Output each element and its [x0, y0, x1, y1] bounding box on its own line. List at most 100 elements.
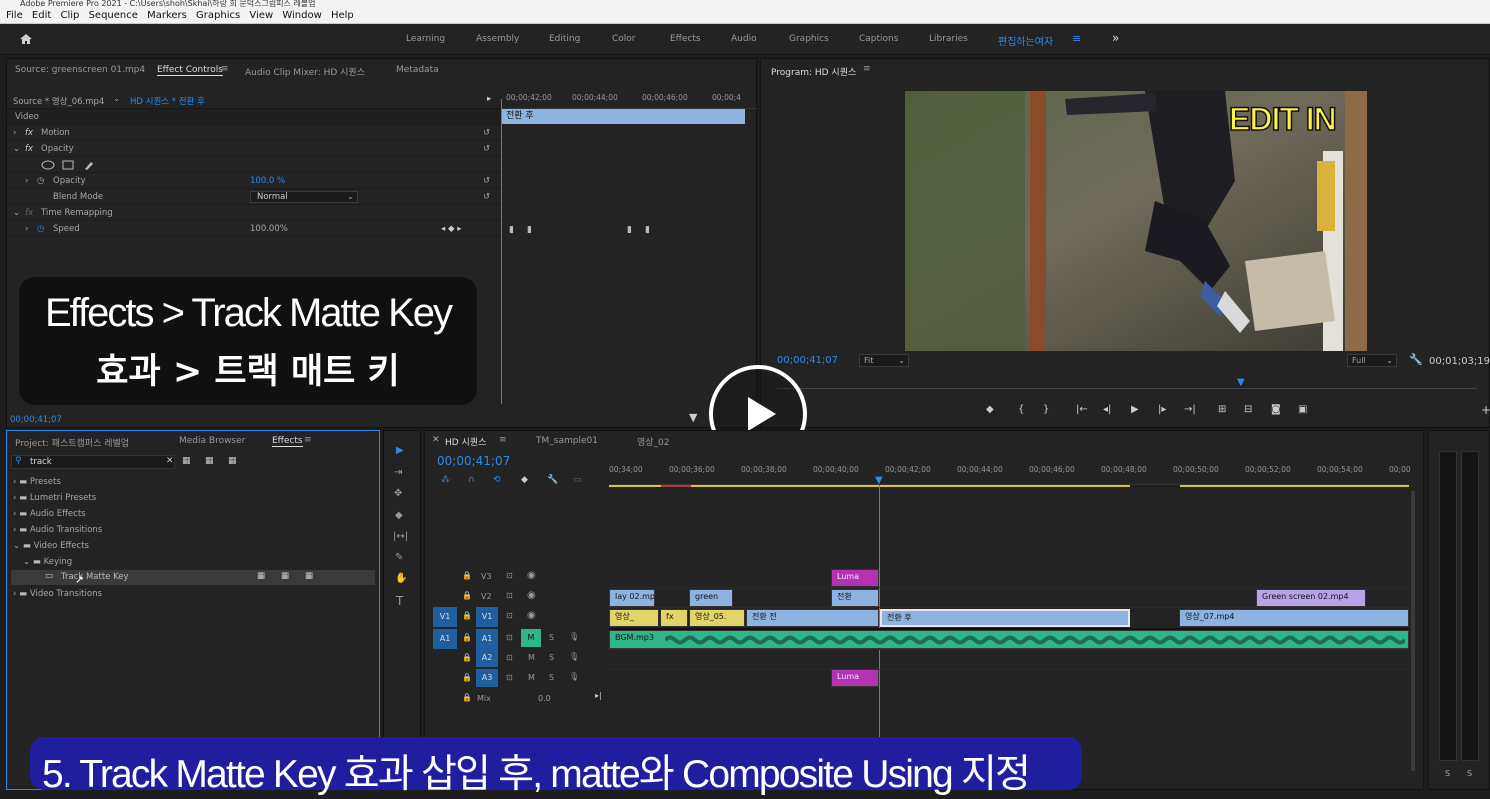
tab-sequence-hd[interactable]: HD 시퀀스	[445, 435, 486, 448]
clip-a1-bgm[interactable]: BGM.mp3	[609, 630, 1409, 649]
motion-row[interactable]: › fx Motion ↺	[7, 125, 502, 141]
solo-a1-button[interactable]: S	[549, 633, 554, 642]
clip-v1-before[interactable]: 전환 전	[746, 609, 879, 627]
wrench-icon[interactable]: 🔧	[1409, 353, 1423, 366]
menu-sequence[interactable]: Sequence	[89, 10, 138, 21]
sync-lock-icon[interactable]: ⊡	[506, 633, 513, 642]
timeline-ruler[interactable]: 00;34;00 00;00;36;00 00;00;38;00 00;00;4…	[609, 463, 1411, 485]
program-playhead-icon[interactable]: ▼	[1237, 377, 1245, 388]
luma-clip-a3[interactable]: Luma	[831, 669, 879, 687]
selection-tool-icon[interactable]: ▶	[396, 445, 404, 456]
expand-chevron-icon[interactable]: ›	[25, 173, 28, 189]
reset-icon[interactable]: ↺	[483, 125, 490, 141]
solo-a2-button[interactable]: S	[549, 653, 554, 662]
timeline-settings-icon[interactable]: 🔧	[547, 475, 558, 485]
reset-icon[interactable]: ↺	[483, 173, 490, 189]
blend-mode-select[interactable]: Normal ⌄	[250, 191, 358, 203]
eye-icon[interactable]: ◉	[527, 610, 536, 621]
hand-tool-icon[interactable]: ✋	[395, 573, 407, 584]
tab-menu-icon[interactable]: ≡	[304, 435, 312, 445]
clip-v1-fx[interactable]: fx	[660, 609, 688, 627]
tree-item-lumetri[interactable]: › ▬ Lumetri Presets	[13, 493, 96, 503]
menu-graphics[interactable]: Graphics	[196, 10, 240, 21]
ws-learning[interactable]: Learning	[406, 34, 445, 44]
clear-search-icon[interactable]: ✕	[166, 456, 174, 466]
ws-effects[interactable]: Effects	[670, 34, 701, 44]
eye-icon[interactable]: ◉	[527, 570, 536, 581]
lock-icon[interactable]: 🔒	[462, 633, 472, 642]
nest-icon[interactable]: ⁂	[441, 475, 450, 485]
speed-keyframe-icon[interactable]: ▮	[527, 225, 532, 235]
clip-v1-after[interactable]: 전환 후	[880, 609, 1130, 627]
tab-media-browser[interactable]: Media Browser	[179, 436, 245, 446]
ws-editing[interactable]: Editing	[549, 34, 580, 44]
tab-sequence-02[interactable]: 영상_02	[637, 435, 670, 448]
tab-menu-icon[interactable]: ≡	[863, 64, 871, 74]
solo-right-button[interactable]: S	[1467, 769, 1472, 778]
speed-keyframe-icon[interactable]: ▮	[509, 225, 514, 235]
timeline-vscroll[interactable]	[1411, 491, 1415, 771]
stopwatch-icon[interactable]: ◷	[37, 173, 44, 189]
tree-item-keying[interactable]: ⌄ ▬ Keying	[23, 557, 72, 567]
speed-keyframe-icon[interactable]: ▮	[627, 225, 632, 235]
track-select-tool-icon[interactable]: ⇥	[394, 467, 402, 478]
add-marker-icon[interactable]: ◆	[521, 475, 528, 485]
stopwatch-icon[interactable]: ◷	[37, 221, 44, 237]
tab-effect-controls[interactable]: Effect Controls	[157, 65, 223, 76]
ws-color[interactable]: Color	[612, 34, 636, 44]
ws-graphics[interactable]: Graphics	[789, 34, 829, 44]
luma-clip-v3[interactable]: Luma	[831, 569, 879, 587]
keyframe-nav-icon[interactable]: ◂ ◆ ▸	[441, 221, 461, 237]
mute-a2-button[interactable]: M	[528, 653, 535, 662]
microphone-icon[interactable]: 🎙	[569, 652, 579, 661]
ws-audio[interactable]: Audio	[731, 34, 757, 44]
type-tool-icon[interactable]: T	[396, 594, 403, 608]
ripple-edit-tool-icon[interactable]: ✥	[394, 488, 402, 499]
program-title[interactable]: Program: HD 시퀀스	[771, 65, 856, 78]
compare-icon[interactable]: ▣	[1298, 404, 1307, 415]
clip-v2-greenscreen[interactable]: Green screen 02.mp4	[1256, 589, 1366, 607]
expand-chevron-icon[interactable]: ›	[13, 509, 16, 519]
lock-icon[interactable]: 🔒	[462, 673, 472, 682]
ws-captions[interactable]: Captions	[859, 34, 898, 44]
collapse-chevron-icon[interactable]: ⌄	[23, 557, 30, 567]
lock-icon[interactable]: 🔒	[462, 571, 472, 580]
sync-lock-icon[interactable]: ⊡	[506, 611, 513, 620]
timeline-timecode[interactable]: 00;00;41;07	[437, 454, 510, 468]
lock-icon[interactable]: 🔒	[462, 591, 472, 600]
tree-item-audio-effects[interactable]: › ▬ Audio Effects	[13, 509, 86, 519]
speed-value[interactable]: 100.00%	[250, 221, 288, 237]
clip-v2-green[interactable]: green	[689, 589, 733, 607]
tab-menu-icon[interactable]: ≡	[499, 435, 507, 445]
solo-left-button[interactable]: S	[1445, 769, 1450, 778]
linked-selection-icon[interactable]: ⟲	[493, 475, 501, 485]
marker-icon[interactable]: ◆	[986, 404, 994, 415]
menu-markers[interactable]: Markers	[147, 10, 187, 21]
sync-lock-icon[interactable]: ⊡	[506, 653, 513, 662]
ec-timecode[interactable]: 00;00;41;07	[10, 415, 62, 425]
close-tab-icon[interactable]: ✕	[432, 435, 440, 445]
tab-source[interactable]: Source: greenscreen 01.mp4	[15, 65, 145, 75]
play-icon[interactable]: ▶	[1131, 404, 1139, 415]
collapse-chevron-icon[interactable]: ⌄	[13, 541, 20, 551]
sync-lock-icon[interactable]: ⊡	[506, 591, 513, 600]
track-a1-label[interactable]: A1	[476, 629, 498, 649]
lock-icon[interactable]: 🔒	[462, 653, 472, 662]
expand-chevron-icon[interactable]: ›	[25, 221, 28, 237]
yuv-effects-icon[interactable]: ▦	[228, 456, 237, 466]
lock-icon[interactable]: 🔒	[462, 611, 472, 620]
ws-menu-icon[interactable]: ≡	[1072, 32, 1081, 45]
menu-edit[interactable]: Edit	[32, 10, 51, 21]
tree-item-audio-transitions[interactable]: › ▬ Audio Transitions	[13, 525, 102, 535]
menu-file[interactable]: File	[6, 10, 23, 21]
ws-custom[interactable]: 편집하는여자	[998, 33, 1053, 48]
mark-out-icon[interactable]: }	[1043, 404, 1049, 415]
speed-keyframe-icon[interactable]: ▮	[645, 225, 650, 235]
chevron-down-icon[interactable]: ⌄	[113, 94, 120, 104]
ec-ruler[interactable]: 00;00;42;00 00;00;44;00 00;00;46;00 00;0…	[502, 91, 757, 109]
lock-icon[interactable]: 🔒	[462, 693, 472, 702]
clip-v2-overlay[interactable]: lay 02.mp4	[609, 589, 655, 607]
go-to-in-icon[interactable]: |←	[1076, 404, 1088, 415]
clip-v1-07[interactable]: 영상_07.mp4	[1179, 609, 1409, 627]
source-v1-patch[interactable]: V1	[433, 607, 457, 627]
